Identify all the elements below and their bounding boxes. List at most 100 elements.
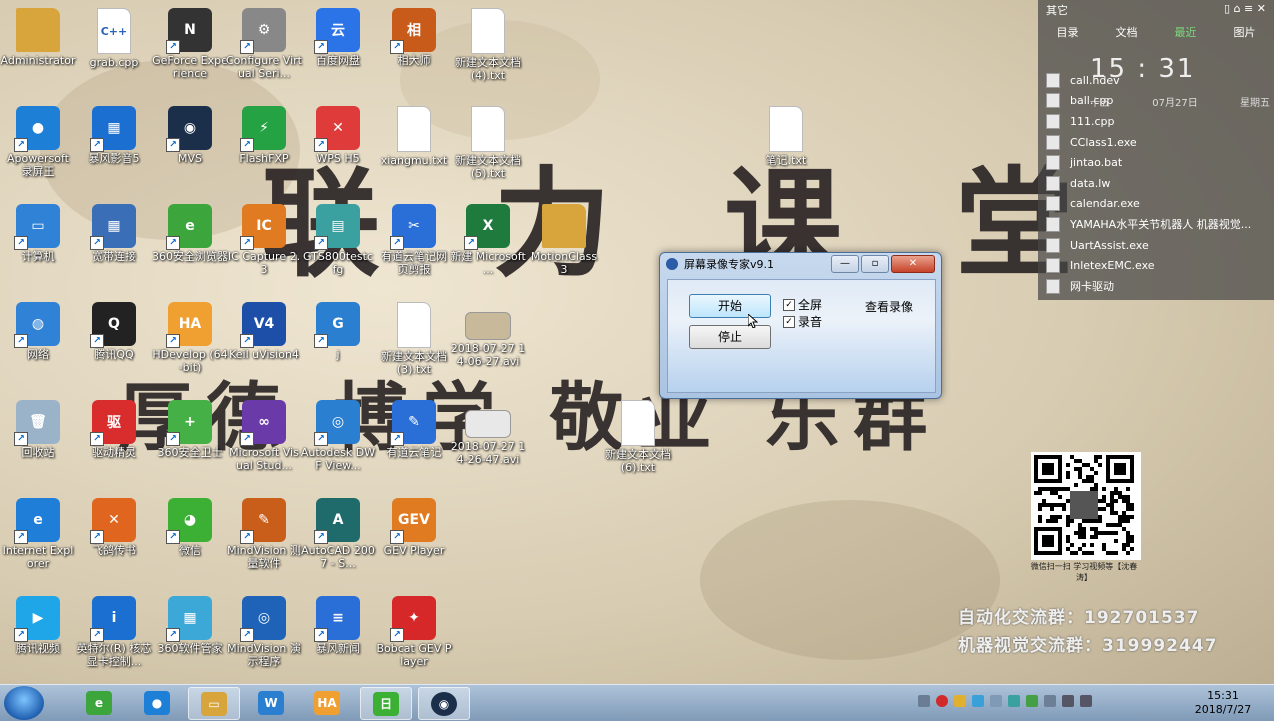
taskbar-apowersoft[interactable]: ● [132, 687, 182, 718]
desktop-icon[interactable]: ◍ ↗ 网络 [0, 298, 76, 394]
desktop-icon[interactable]: 新建文本文档 (6).txt [600, 396, 676, 492]
desktop-icon[interactable]: 新建文本文档 (3).txt [376, 298, 452, 394]
sidebar-tab[interactable]: 图片 [1234, 24, 1256, 40]
desktop-icon[interactable]: ● ↗ Apowersoft 录屏王 [0, 102, 76, 198]
desktop-icon[interactable]: X ↗ 新建 Microsoft ... [450, 200, 526, 296]
tray-volume-icon[interactable] [1080, 695, 1092, 707]
desktop-icon[interactable]: i ↗ 英特尔(R) 核芯显卡控制... [76, 592, 152, 688]
desktop-icon[interactable]: MotionClass 3 [526, 200, 602, 296]
desktop-icon[interactable]: ⚡ ↗ FlashFXP [226, 102, 302, 198]
desktop-icon[interactable]: ✎ ↗ 有道云笔记 [376, 396, 452, 492]
desktop-icon[interactable]: G ↗ j [300, 298, 376, 394]
tray-shield-icon[interactable] [954, 695, 966, 707]
recent-file-item[interactable]: 网卡驱动 [1046, 276, 1271, 297]
desktop-icon[interactable]: ✦ ↗ Bobcat GEV Player [376, 592, 452, 688]
desktop-icon[interactable]: ◕ ↗ 微信 [152, 494, 228, 590]
desktop-icon[interactable]: Administrator [0, 4, 76, 100]
maximize-button[interactable]: ▫ [861, 255, 889, 273]
desktop-icon[interactable]: ▤ ↗ GTS800testc fg [300, 200, 376, 296]
recent-file-item[interactable]: CClass1.exe [1046, 132, 1271, 153]
recent-file-item[interactable]: 111.cpp [1046, 111, 1271, 132]
desktop-icon[interactable]: Q ↗ 腾讯QQ [76, 298, 152, 394]
desktop-icon[interactable]: N ↗ GeForce Experience [152, 4, 228, 100]
desktop-icon[interactable]: ▦ ↗ 宽带连接 [76, 200, 152, 296]
taskbar-wps[interactable]: W [246, 687, 296, 718]
recent-file-item[interactable]: YAMAHA水平关节机器人 机器视觉... [1046, 214, 1271, 235]
desktop-icon[interactable]: ≡ ↗ 暴风新闻 [300, 592, 376, 688]
desktop-icon[interactable]: ▶ ↗ 腾讯视频 [0, 592, 76, 688]
recent-file-item[interactable]: UartAssist.exe [1046, 235, 1271, 256]
tray-arrow-icon[interactable] [918, 695, 930, 707]
sidebar-tab[interactable]: 目录 [1057, 24, 1079, 40]
desktop-icon[interactable]: 新建文本文档 (5).txt [450, 102, 526, 198]
desktop-icon[interactable]: 驱 ↗ 驱动精灵 [76, 396, 152, 492]
app-icon: ◎ ↗ [240, 596, 286, 642]
tray-app-icon[interactable] [972, 695, 984, 707]
taskbar-hdevelop[interactable]: HA [302, 687, 352, 718]
desktop-icon[interactable]: V4 ↗ Keil uVision4 [226, 298, 302, 394]
desktop-icon[interactable]: e ↗ Internet Explorer [0, 494, 76, 590]
app-icon: G ↗ [314, 302, 360, 348]
tray-nvidia-icon[interactable] [1026, 695, 1038, 707]
minimize-button[interactable]: — [831, 255, 859, 273]
fullscreen-checkbox[interactable]: ✓ 全屏 [783, 296, 822, 313]
start-button-icon[interactable] [4, 686, 44, 720]
tray-bluetooth-icon[interactable] [990, 695, 1002, 707]
desktop-icon[interactable]: ◉ ↗ MVS [152, 102, 228, 198]
recent-file-item[interactable]: calendar.exe [1046, 194, 1271, 215]
record-audio-checkbox[interactable]: ✓ 录音 [783, 313, 822, 330]
recent-file-item[interactable]: jintao.bat [1046, 152, 1271, 173]
sidebar-other-label[interactable]: 其它 [1046, 2, 1068, 17]
desktop-icon[interactable]: ▦ ↗ 暴风影音5 [76, 102, 152, 198]
app-icon: ● ↗ [14, 106, 60, 152]
desktop-icon[interactable]: IC ↗ IC Capture 2.3 [226, 200, 302, 296]
close-button[interactable]: ✕ [891, 255, 935, 273]
desktop-icon[interactable]: ∞ ↗ Microsoft Visual Stud... [226, 396, 302, 492]
desktop-icon[interactable]: ◎ ↗ Autodesk DWF View... [300, 396, 376, 492]
desktop-icon[interactable]: 新建文本文档 (4).txt [450, 4, 526, 100]
desktop-icon[interactable]: 🗑 ↗ 回收站 [0, 396, 76, 492]
sidebar-window-controls[interactable]: ▯ ⌂ ≡ ✕ [1224, 2, 1266, 16]
shortcut-arrow-icon: ↗ [14, 432, 28, 446]
desktop-icon[interactable]: 云 ↗ 百度网盘 [300, 4, 376, 100]
desktop-icon[interactable]: ▭ ↗ 计算机 [0, 200, 76, 296]
desktop-icon[interactable]: HA ↗ HDevelop (64-bit) [152, 298, 228, 394]
taskbar-clock[interactable]: 15:31 2018/7/27 [1188, 689, 1258, 717]
desktop-icon[interactable]: + ↗ 360安全卫士 [152, 396, 228, 492]
desktop-icon[interactable]: 2018-07-27 14-26-47.avi [450, 396, 526, 492]
desktop-icon[interactable]: C++ grab.cpp [76, 4, 152, 100]
desktop-icon[interactable]: ✕ ↗ 飞鸽传书 [76, 494, 152, 590]
desktop-icon[interactable]: ✂ ↗ 有道云笔记网页剪报 [376, 200, 452, 296]
desktop-icon[interactable]: ⚙ ↗ Configure Virtual Seri... [226, 4, 302, 100]
tray-monitor-icon[interactable] [1008, 695, 1020, 707]
view-recordings-link[interactable]: 查看录像 [865, 298, 913, 315]
stop-button[interactable]: 停止 [689, 325, 771, 349]
taskbar-screen-recorder[interactable]: ◉ [418, 687, 470, 720]
desktop-icon[interactable]: xiangmu.txt [376, 102, 452, 198]
tray-recorder-icon[interactable] [936, 695, 948, 707]
app-icon: 相 ↗ [390, 8, 436, 54]
taskbar-inletex[interactable]: 日 [360, 687, 412, 720]
tray-network-icon[interactable] [1062, 695, 1074, 707]
folder-icon [542, 204, 586, 248]
desktop-icon[interactable]: 笔记.txt [748, 102, 824, 198]
tray-device-icon[interactable] [1044, 695, 1056, 707]
desktop-icon[interactable]: 相 ↗ 相大师 [376, 4, 452, 100]
desktop-icon[interactable]: A ↗ AutoCAD 2007 - S... [300, 494, 376, 590]
desktop-icon[interactable]: e ↗ 360安全浏览器 [152, 200, 228, 296]
sidebar-tab[interactable]: 最近 [1175, 24, 1197, 40]
app-icon: 🗑 ↗ [14, 400, 60, 446]
desktop-icon[interactable]: ▦ ↗ 360软件管家 [152, 592, 228, 688]
recent-file-item[interactable]: data.lw [1046, 173, 1271, 194]
start-button[interactable]: 开始 [689, 294, 771, 318]
recent-file-item[interactable]: InletexEMC.exe [1046, 255, 1271, 276]
desktop-icon[interactable]: 2018-07-27 14-06-27.avi [450, 298, 526, 394]
desktop-icon[interactable]: ✎ ↗ MindVision 测量软件 [226, 494, 302, 590]
desktop-icon[interactable]: ✕ ↗ WPS H5 [300, 102, 376, 198]
recent-file-item[interactable]: call.hdev [1046, 70, 1271, 91]
desktop-icon[interactable]: GEV ↗ GEV Player [376, 494, 452, 590]
taskbar-360-browser[interactable]: e [74, 687, 124, 718]
sidebar-tab[interactable]: 文档 [1116, 24, 1138, 40]
taskbar-explorer[interactable]: ▭ [188, 687, 240, 720]
desktop-icon[interactable]: ◎ ↗ MindVision 演示程序 [226, 592, 302, 688]
